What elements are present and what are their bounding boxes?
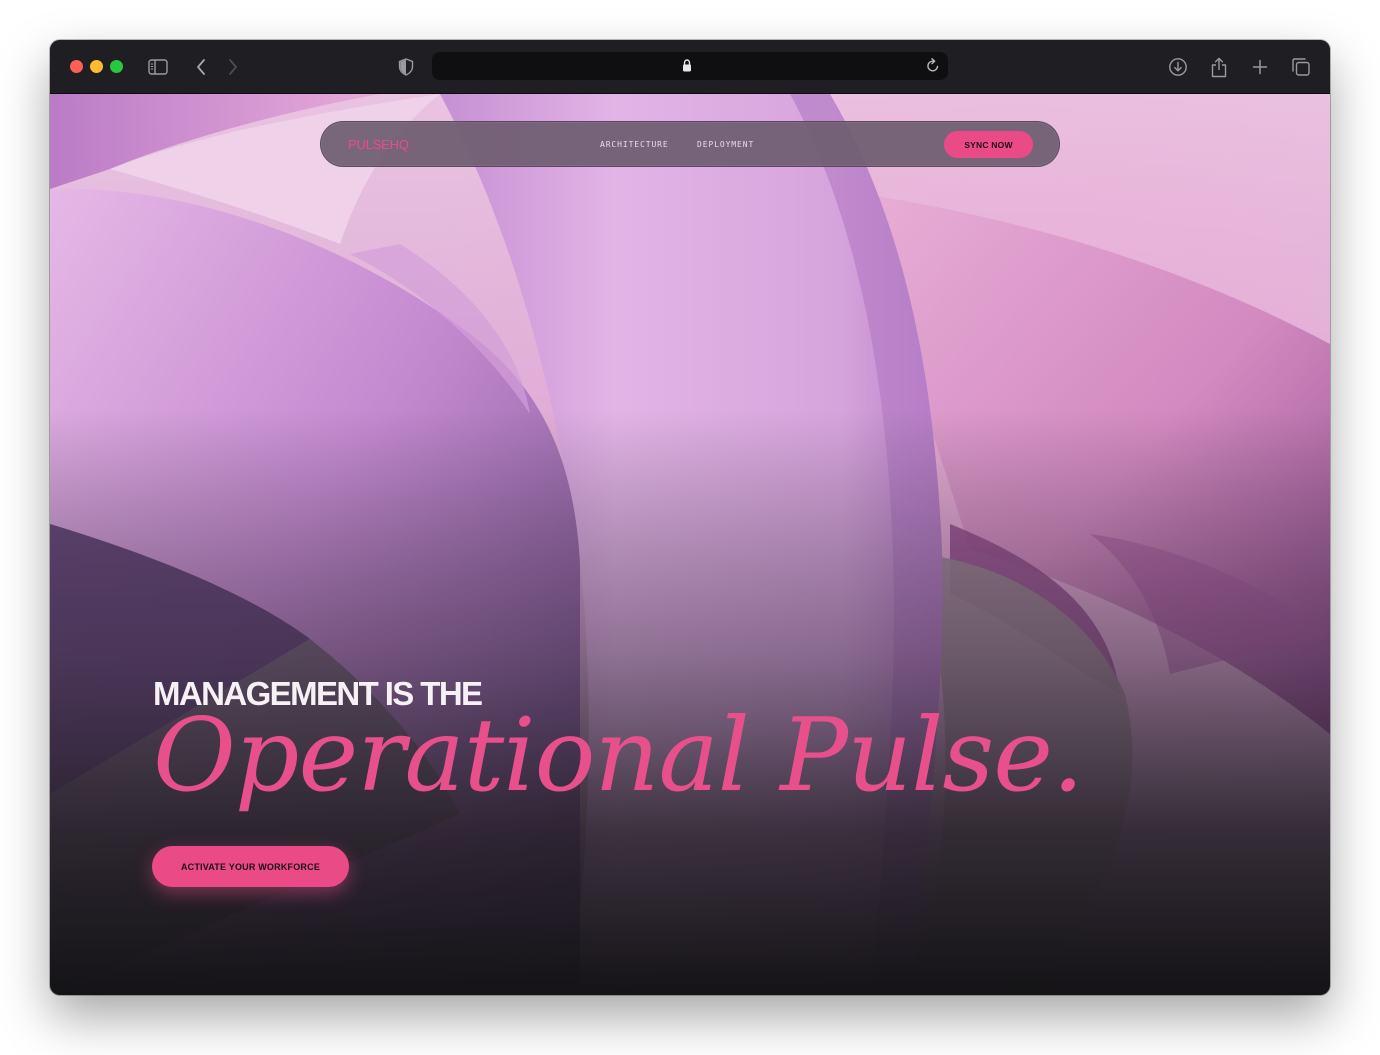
close-window-button[interactable] [70, 60, 83, 73]
tabs-icon[interactable] [1288, 54, 1314, 80]
activate-workforce-button[interactable]: ACTIVATE YOUR WORKFORCE [152, 846, 349, 887]
brand-logo[interactable]: PULSEHQ [348, 137, 409, 152]
page-viewport: PULSEHQ ARCHITECTURE DEPLOYMENT SYNC NOW… [50, 94, 1330, 995]
sidebar-icon[interactable] [145, 54, 171, 80]
browser-window: PULSEHQ ARCHITECTURE DEPLOYMENT SYNC NOW… [50, 40, 1330, 995]
plus-icon[interactable] [1247, 54, 1273, 80]
hero-title: Operational Pulse. [153, 696, 1084, 814]
reload-icon[interactable] [926, 58, 940, 78]
sync-now-button[interactable]: SYNC NOW [944, 131, 1033, 158]
nav-link-architecture[interactable]: ARCHITECTURE [600, 140, 669, 149]
nav-link-deployment[interactable]: DEPLOYMENT [697, 140, 754, 149]
top-navigation: PULSEHQ ARCHITECTURE DEPLOYMENT SYNC NOW [320, 121, 1060, 167]
browser-toolbar [50, 40, 1330, 94]
chevron-left-icon[interactable] [188, 54, 214, 80]
shield-icon[interactable] [393, 54, 419, 80]
screenshot-stage: PULSEHQ ARCHITECTURE DEPLOYMENT SYNC NOW… [0, 0, 1380, 1055]
share-icon[interactable] [1206, 54, 1232, 80]
download-icon[interactable] [1165, 54, 1191, 80]
address-bar[interactable] [432, 52, 948, 80]
minimize-window-button[interactable] [90, 60, 103, 73]
lock-icon [682, 59, 692, 77]
chevron-right-icon[interactable] [220, 54, 246, 80]
zoom-window-button[interactable] [110, 60, 123, 73]
